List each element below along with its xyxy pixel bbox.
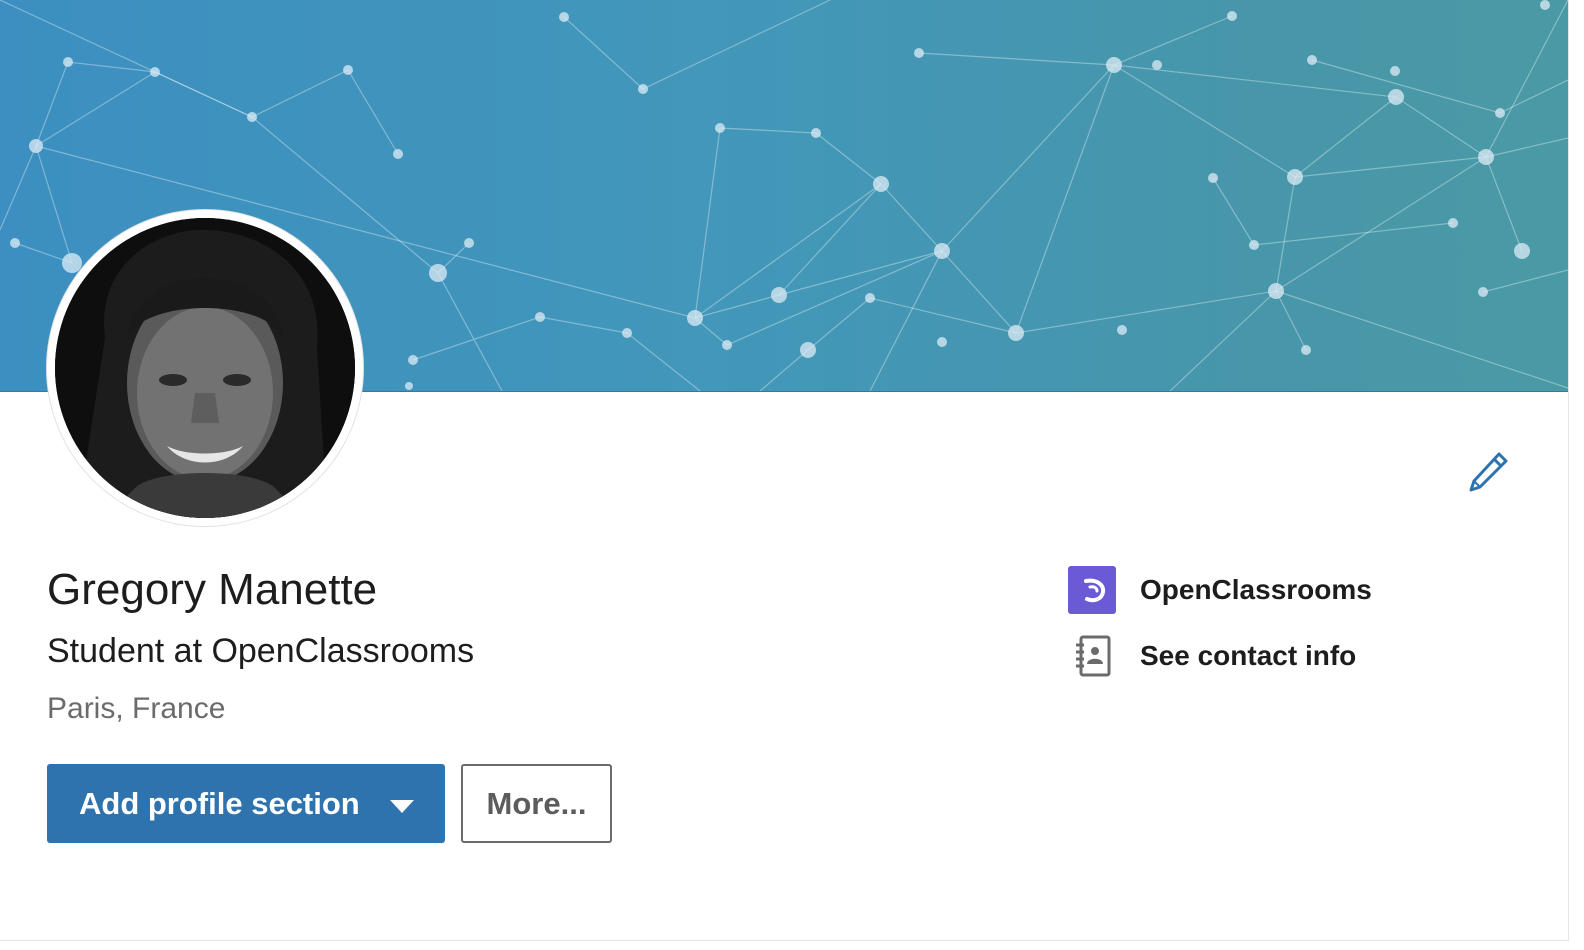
add-profile-section-button[interactable]: Add profile section [47, 764, 445, 843]
profile-avatar[interactable] [47, 210, 363, 526]
profile-card: Gregory Manette Student at OpenClassroom… [0, 0, 1569, 941]
edit-intro-button[interactable] [1462, 446, 1514, 498]
openclassrooms-logo-icon [1068, 566, 1116, 614]
sidebar-item-label: See contact info [1140, 640, 1357, 671]
sidebar-item-openclassrooms[interactable]: OpenClassrooms [1068, 566, 1372, 614]
profile-location: Paris, France [47, 692, 226, 725]
add-profile-section-label: Add profile section [79, 785, 360, 821]
avatar-photo [55, 218, 355, 518]
sidebar-item-label: OpenClassrooms [1140, 574, 1372, 605]
contact-book-icon [1068, 632, 1116, 680]
caret-down-icon [390, 800, 414, 813]
sidebar-item-contact-info[interactable]: See contact info [1068, 632, 1356, 680]
profile-headline: Student at OpenClassrooms [47, 632, 475, 670]
profile-name: Gregory Manette [47, 565, 378, 614]
more-button[interactable]: More... [461, 764, 612, 843]
pencil-icon [1469, 452, 1508, 492]
more-button-label: More... [486, 785, 587, 821]
person-silhouette-icon [55, 218, 355, 518]
